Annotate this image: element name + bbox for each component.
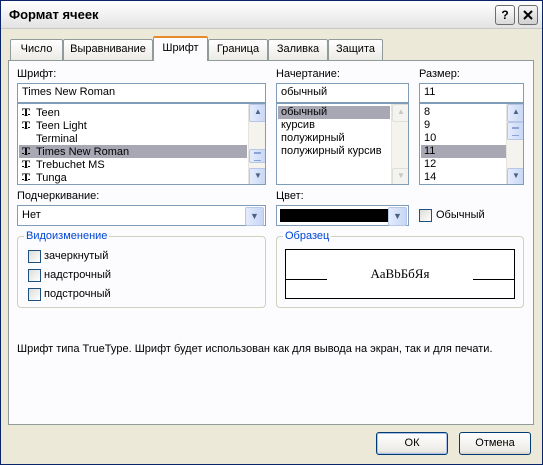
size-list-item[interactable]: 12	[421, 158, 506, 171]
truetype-icon: T	[22, 170, 31, 184]
font-list-item[interactable]: T Teen Light	[19, 118, 247, 133]
font-label: Шрифт:	[17, 68, 57, 80]
style-list-item[interactable]: курсив	[278, 119, 390, 132]
style-list-item[interactable]: полужирный	[278, 132, 390, 145]
underline-combo[interactable]: Нет ▼	[17, 205, 266, 226]
underline-value: Нет	[22, 209, 41, 221]
ok-button[interactable]: ОК	[376, 432, 448, 455]
font-list[interactable]: TTeen TTeen Light TTerminal TTimes New R…	[17, 103, 266, 185]
style-list-item[interactable]: полужирный курсив	[278, 145, 390, 158]
color-label: Цвет:	[276, 190, 304, 202]
underline-label: Подчеркивание:	[17, 190, 100, 202]
style-input[interactable]: обычный	[276, 83, 409, 103]
font-list-scrollbar[interactable]: ▲ ▼	[248, 104, 265, 184]
size-list-item[interactable]: 14	[421, 171, 506, 184]
tab-fill[interactable]: Заливка	[268, 39, 328, 60]
tab-font[interactable]: Шрифт	[153, 36, 208, 61]
size-list-item[interactable]: 10	[421, 132, 506, 145]
normal-font-checkbox[interactable]	[419, 209, 432, 222]
scroll-thumb[interactable]	[507, 122, 523, 140]
size-label: Размер:	[419, 68, 460, 80]
tab-number[interactable]: Число	[10, 39, 63, 60]
color-combo[interactable]: ▼	[276, 205, 409, 226]
scroll-down-icon[interactable]: ▼	[392, 168, 408, 184]
title-bar[interactable]: Формат ячеек ?	[1, 1, 542, 29]
preview-sample: АаВbБбЯя	[370, 266, 430, 281]
preview-box: АаВbБбЯя	[285, 249, 515, 299]
size-list-item[interactable]: 9	[421, 119, 506, 132]
font-list-item[interactable]: T Trebuchet MS	[19, 158, 247, 172]
close-button[interactable]	[518, 5, 538, 25]
effects-group-title: Видоизменение	[24, 230, 110, 242]
style-list[interactable]: обычный курсив полужирный полужирный кур…	[276, 103, 409, 185]
font-list-item[interactable]: T Tunga	[19, 170, 247, 185]
color-swatch	[280, 209, 388, 222]
preview-group-title: Образец	[283, 230, 332, 242]
superscript-label: надстрочный	[44, 269, 111, 281]
size-list-item[interactable]: 8	[421, 106, 506, 119]
size-list-scrollbar[interactable]: ▲ ▼	[506, 104, 523, 184]
scroll-up-icon[interactable]: ▲	[507, 104, 523, 122]
style-label: Начертание:	[276, 68, 340, 80]
size-list[interactable]: 8 9 10 11 12 14 ▲ ▼	[419, 103, 524, 185]
style-list-item-selected[interactable]: обычный	[278, 106, 390, 119]
chevron-down-icon[interactable]: ▼	[245, 207, 264, 226]
cancel-button[interactable]: Отмена	[459, 432, 531, 455]
font-list-item[interactable]: TTerminal	[19, 132, 247, 145]
scroll-down-icon[interactable]: ▼	[249, 168, 265, 184]
subscript-checkbox[interactable]	[28, 288, 41, 301]
close-icon	[523, 10, 533, 20]
style-list-scrollbar[interactable]: ▲ ▼	[391, 104, 408, 184]
tab-alignment[interactable]: Выравнивание	[63, 39, 153, 60]
scroll-thumb[interactable]	[249, 149, 265, 163]
scroll-up-icon[interactable]: ▲	[249, 104, 265, 122]
tab-border[interactable]: Граница	[208, 39, 268, 60]
chevron-down-icon[interactable]: ▼	[388, 207, 407, 226]
superscript-checkbox[interactable]	[28, 269, 41, 282]
scroll-up-icon[interactable]: ▲	[392, 104, 408, 122]
strikethrough-checkbox[interactable]	[28, 250, 41, 263]
scroll-down-icon[interactable]: ▼	[507, 168, 523, 184]
help-button[interactable]: ?	[495, 5, 515, 25]
strikethrough-label: зачеркнутый	[44, 250, 109, 262]
font-list-item[interactable]: T Teen	[19, 106, 247, 120]
size-list-item-selected[interactable]: 11	[421, 145, 506, 158]
window-title: Формат ячеек	[9, 7, 99, 22]
font-list-item-selected[interactable]: T Times New Roman	[19, 145, 247, 158]
tab-protection[interactable]: Защита	[328, 39, 383, 60]
normal-font-label: Обычный	[436, 209, 485, 221]
font-input[interactable]: Times New Roman	[17, 83, 266, 103]
size-input[interactable]: 11	[419, 83, 524, 103]
subscript-label: подстрочный	[44, 288, 111, 300]
truetype-icon: T	[22, 118, 31, 132]
font-description: Шрифт типа TrueType. Шрифт будет использ…	[17, 343, 493, 355]
